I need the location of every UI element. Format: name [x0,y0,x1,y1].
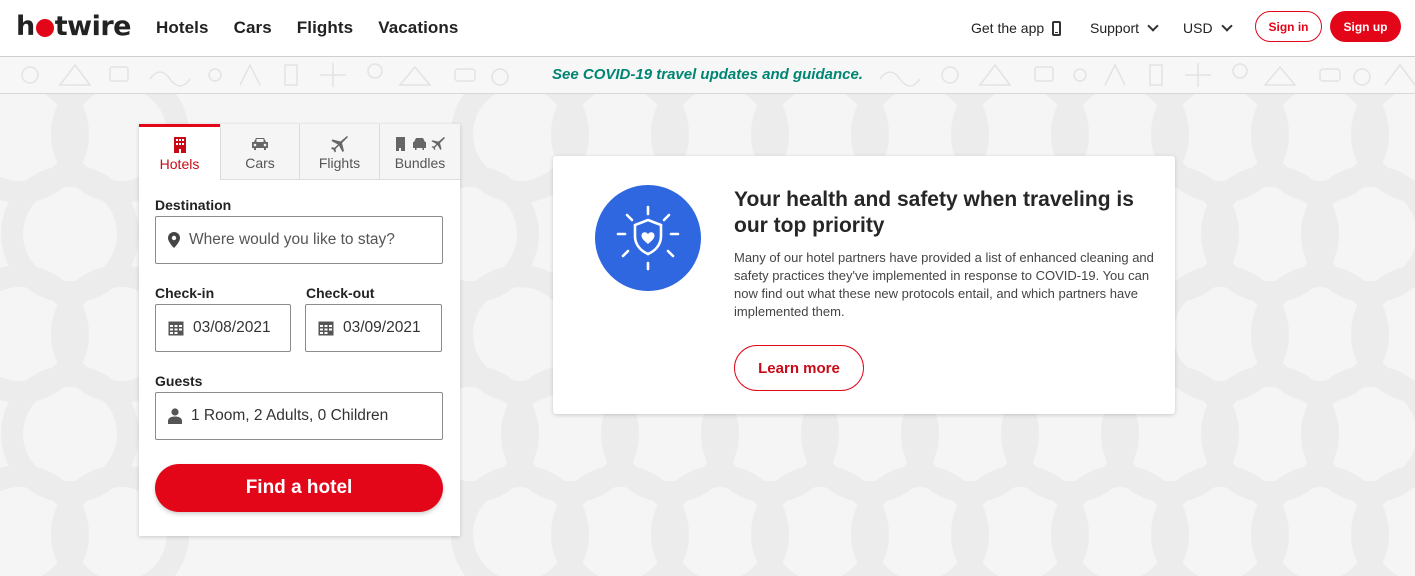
guests-selector[interactable]: 1 Room, 2 Adults, 0 Children [155,392,443,440]
main-nav: Hotels Cars Flights Vacations [156,0,483,56]
hotel-icon [173,136,187,154]
nav-flights-link[interactable]: Flights [297,18,353,38]
health-safety-title: Your health and safety when traveling is… [734,188,1134,237]
health-safety-card: Your health and safety when traveling is… [553,156,1175,414]
tab-bundles[interactable]: Bundles [379,124,460,180]
checkin-label: Check-in [155,285,215,301]
calendar-icon [168,320,184,336]
get-app-link[interactable]: Get the app [971,20,1062,36]
nav-hotels-link[interactable]: Hotels [156,18,209,38]
tab-bundles-label: Bundles [394,155,446,171]
learn-more-button[interactable]: Learn more [734,345,864,391]
shield-heart-icon [595,185,701,291]
chevron-down-icon [1220,19,1233,32]
checkin-date-field[interactable]: 03/08/2021 [155,304,291,352]
map-pin-icon [168,232,180,248]
hotel-search-form: Hotels Cars Flights Bundles Destination … [139,124,460,536]
phone-icon [1052,20,1062,36]
guests-label: Guests [155,373,203,389]
logo-text-start: h [16,11,35,42]
currency-dropdown[interactable]: USD [1183,19,1233,36]
tab-flights[interactable]: Flights [299,124,379,180]
checkout-date-value: 03/09/2021 [343,319,421,336]
top-header: h twire Hotels Cars Flights Vacations Ge… [0,0,1415,57]
sign-in-button[interactable]: Sign in [1255,11,1322,42]
support-dropdown[interactable]: Support [1090,19,1159,36]
tab-hotels[interactable]: Hotels [139,124,220,180]
tab-cars[interactable]: Cars [220,124,299,180]
person-icon [168,408,182,424]
chevron-down-icon [1147,19,1159,32]
nav-cars-link[interactable]: Cars [234,18,272,38]
plane-icon [330,135,349,153]
car-icon [251,135,269,153]
destination-input[interactable]: Where would you like to stay? [155,216,443,264]
support-label: Support [1090,20,1140,36]
destination-label: Destination [155,197,232,213]
currency-label: USD [1183,20,1213,36]
health-safety-body: Many of our hotel partners have provided… [734,250,1154,319]
calendar-icon [318,320,334,336]
checkin-date-value: 03/08/2021 [193,319,271,336]
covid-updates-link[interactable]: See COVID-19 travel updates and guidance… [0,66,1415,83]
tab-cars-label: Cars [245,155,275,171]
guests-value: 1 Room, 2 Adults, 0 Children [191,407,389,424]
find-hotel-button[interactable]: Find a hotel [155,464,443,512]
checkout-date-field[interactable]: 03/09/2021 [305,304,442,352]
product-tabs: Hotels Cars Flights Bundles [139,124,460,180]
nav-vacations-link[interactable]: Vacations [378,18,458,38]
covid-banner: See COVID-19 travel updates and guidance… [0,57,1415,94]
sign-up-button[interactable]: Sign up [1330,11,1401,42]
hotwire-logo[interactable]: h twire [16,12,131,42]
get-app-label: Get the app [971,20,1045,36]
logo-text-end: twire [54,11,132,42]
checkout-label: Check-out [306,285,375,301]
tab-flights-label: Flights [318,155,361,171]
logo-dot [35,19,54,37]
tab-hotels-label: Hotels [159,156,200,172]
destination-placeholder: Where would you like to stay? [189,231,395,248]
bundle-icon [394,135,446,153]
